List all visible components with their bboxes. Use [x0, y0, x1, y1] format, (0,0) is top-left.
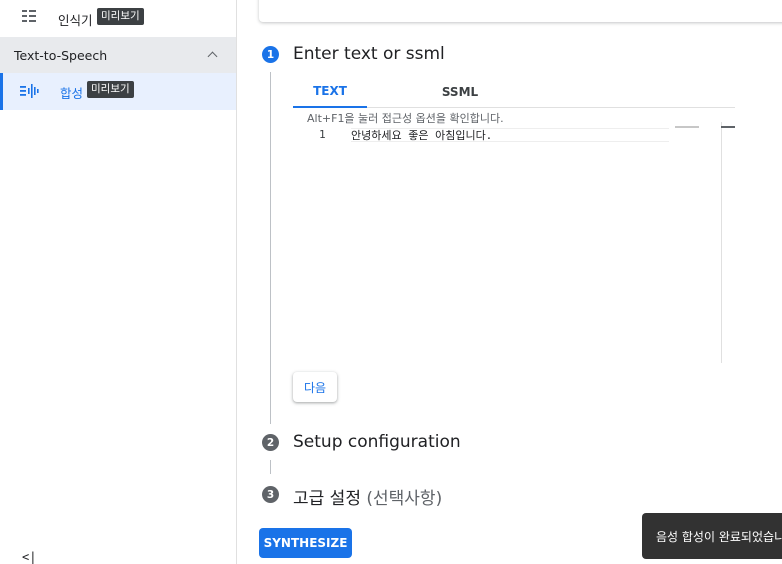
top-card [259, 0, 782, 22]
accessibility-hint: Alt+F1을 눌러 접근성 옵션을 확인합니다. [307, 112, 504, 125]
scrollbar-cursor-marker [721, 126, 735, 128]
line-number: 1 [319, 128, 326, 141]
speech-wave-icon [20, 84, 39, 98]
step-title-2[interactable]: Setup configuration [293, 432, 461, 452]
step-connector [270, 72, 271, 424]
preview-badge: 미리보기 [87, 81, 134, 98]
main-content: 1 Enter text or ssml TEXT SSML Alt+F1을 눌… [237, 0, 782, 564]
sidebar-section-text-to-speech[interactable]: Text-to-Speech [0, 37, 236, 73]
step-title-1[interactable]: Enter text or ssml [293, 44, 445, 64]
collapse-sidebar-button[interactable]: <| [22, 550, 36, 564]
list-icon [22, 10, 36, 24]
tab-ssml[interactable]: SSML [425, 76, 495, 108]
step-title-3-optional: (선택사항) [366, 489, 443, 509]
preview-badge: 미리보기 [97, 8, 144, 25]
synthesize-button[interactable]: SYNTHESIZE [259, 528, 352, 558]
next-button[interactable]: 다음 [293, 372, 337, 402]
minimap[interactable] [675, 126, 699, 128]
input-tabs: TEXT SSML [293, 76, 735, 108]
step-number-1: 1 [262, 46, 279, 63]
sidebar-item-label: 합성 [60, 86, 84, 101]
tab-text[interactable]: TEXT [293, 76, 367, 108]
step-number-2: 2 [262, 434, 279, 451]
chevron-up-icon[interactable] [208, 50, 218, 60]
step-number-3: 3 [262, 486, 279, 503]
step-title-3[interactable]: 고급 설정 (선택사항) [293, 484, 442, 509]
sidebar-item-recognition[interactable]: 인식기 미리보기 [0, 0, 236, 36]
sidebar-item-label: 인식기 [58, 13, 93, 28]
step-title-3-text: 고급 설정 [293, 489, 361, 509]
sidebar-item-synthesis[interactable]: 합성 미리보기 [0, 73, 236, 110]
sidebar: 인식기 미리보기 Text-to-Speech 합성 미리보기 <| [0, 0, 237, 564]
step-connector [270, 460, 271, 474]
toast-notification: 음성 합성이 완료되었습니다 [642, 513, 782, 559]
editor-line[interactable]: 안녕하세요 좋은 아침입니다. [351, 128, 669, 142]
text-editor[interactable]: Alt+F1을 눌러 접근성 옵션을 확인합니다. 1 안녕하세요 좋은 아침입… [293, 108, 735, 363]
editor-scrollbar[interactable] [721, 122, 722, 363]
sidebar-section-title: Text-to-Speech [14, 47, 108, 63]
